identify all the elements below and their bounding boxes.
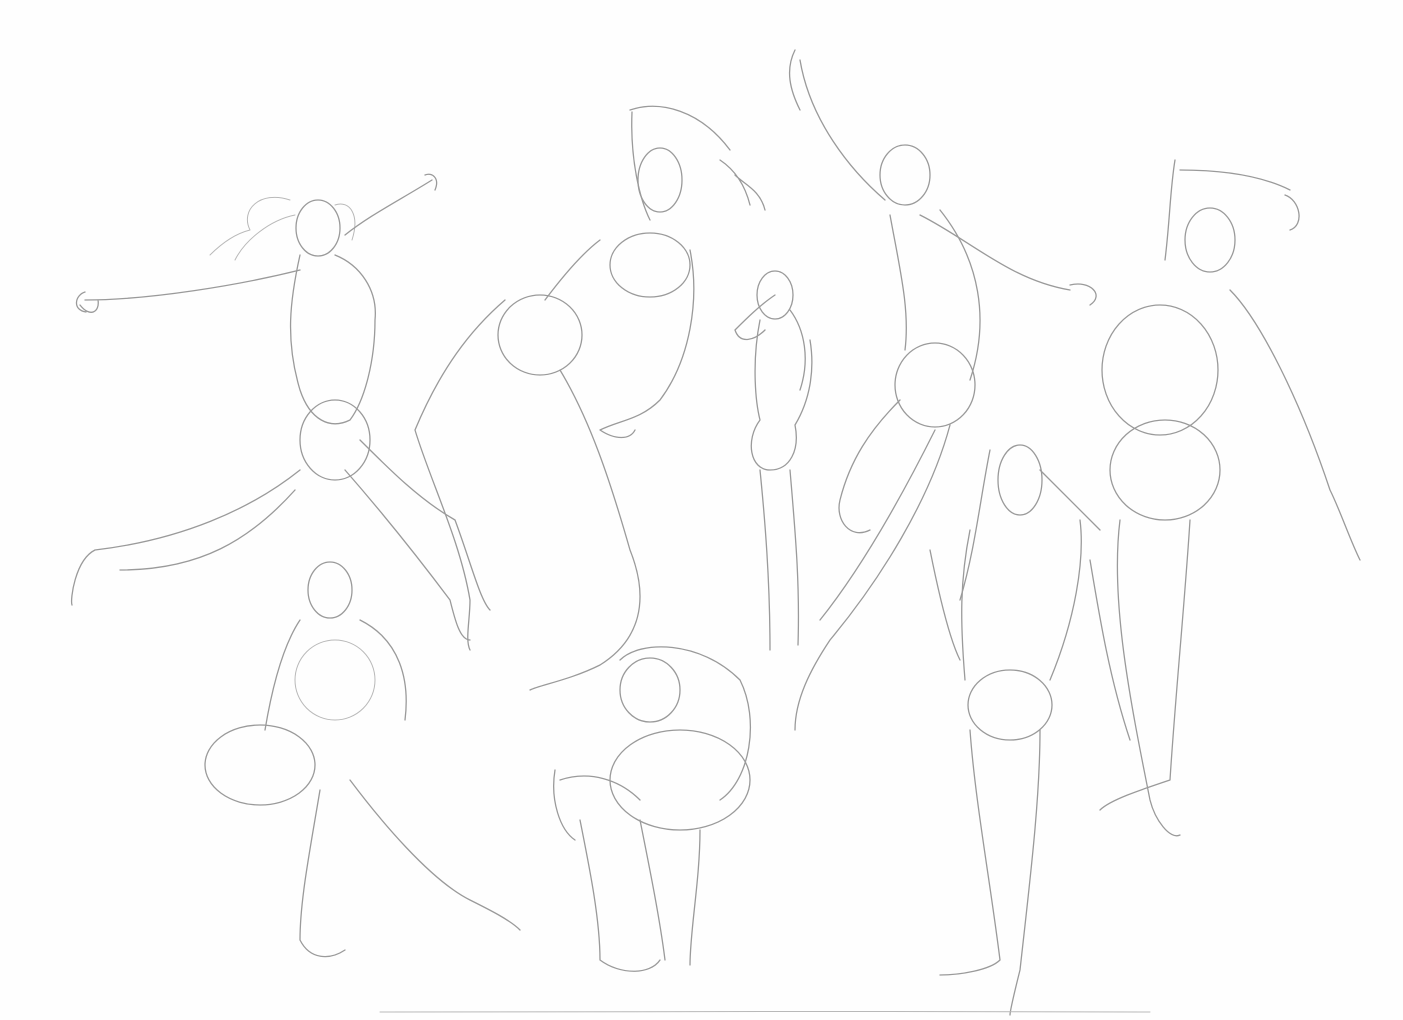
hip-sketch: [497, 294, 583, 376]
legs-sketch: [579, 819, 701, 972]
head-sketch: [997, 444, 1043, 516]
hip-sketch: [967, 669, 1053, 741]
arm-raised-sketch: [629, 105, 766, 221]
gesture-drawings: [70, 49, 1361, 1016]
figure-balancing-sketch: [788, 49, 1097, 731]
legs-sketch: [299, 779, 521, 958]
figure-contrapposto-sketch: [929, 444, 1131, 1016]
arm-sketch: [553, 769, 641, 841]
figure-standing-hand-head-sketch: [734, 270, 813, 651]
arm-raised-sketch: [788, 49, 886, 201]
torso-sketch: [289, 254, 376, 425]
legs-sketch: [939, 729, 1041, 1016]
hip-sketch: [894, 342, 976, 428]
back-sketch: [619, 646, 752, 801]
head-sketch: [619, 657, 681, 723]
arm-right-sketch: [344, 173, 438, 236]
arms-sketch: [929, 549, 1131, 741]
arm-left-sketch: [75, 269, 301, 313]
leg-back-sketch: [70, 469, 301, 606]
torso-sketch: [750, 319, 813, 471]
arm-sketch: [734, 294, 806, 391]
head-sketch: [879, 144, 931, 206]
leg-standing-sketch: [794, 424, 951, 731]
head-sketch: [637, 147, 683, 213]
torso-sketch: [889, 209, 981, 381]
legs-sketch: [1099, 519, 1191, 837]
legs-sketch: [759, 469, 800, 651]
paper-edge-line: [379, 1010, 1151, 1013]
leg-front-sketch: [344, 439, 491, 641]
chest-sketch: [609, 232, 691, 298]
figure-seated-sketch: [204, 561, 521, 958]
leg-back-sketch: [414, 299, 506, 651]
head-sketch: [295, 199, 341, 257]
leg-front-sketch: [529, 369, 641, 691]
torso-arm-sketch: [544, 239, 695, 439]
head-sketch: [307, 561, 353, 619]
head-sketch: [1184, 207, 1236, 273]
arm-out-sketch: [919, 214, 1097, 306]
chest-sketch: [1101, 304, 1219, 436]
sketch-paper: [0, 0, 1403, 1020]
figure-squatting-sketch: [553, 646, 752, 972]
figure-leaping-sketch: [70, 173, 491, 641]
figure-standing-arms-up-sketch: [1099, 159, 1361, 837]
torso-sketch: [264, 619, 407, 731]
torso-sketch: [961, 519, 1082, 681]
arm-down-sketch: [1229, 289, 1361, 561]
hip-sketch: [609, 729, 751, 831]
figure-lunging-sketch: [414, 105, 766, 691]
chest-sketch: [294, 639, 376, 721]
knee-sketch: [204, 724, 316, 806]
